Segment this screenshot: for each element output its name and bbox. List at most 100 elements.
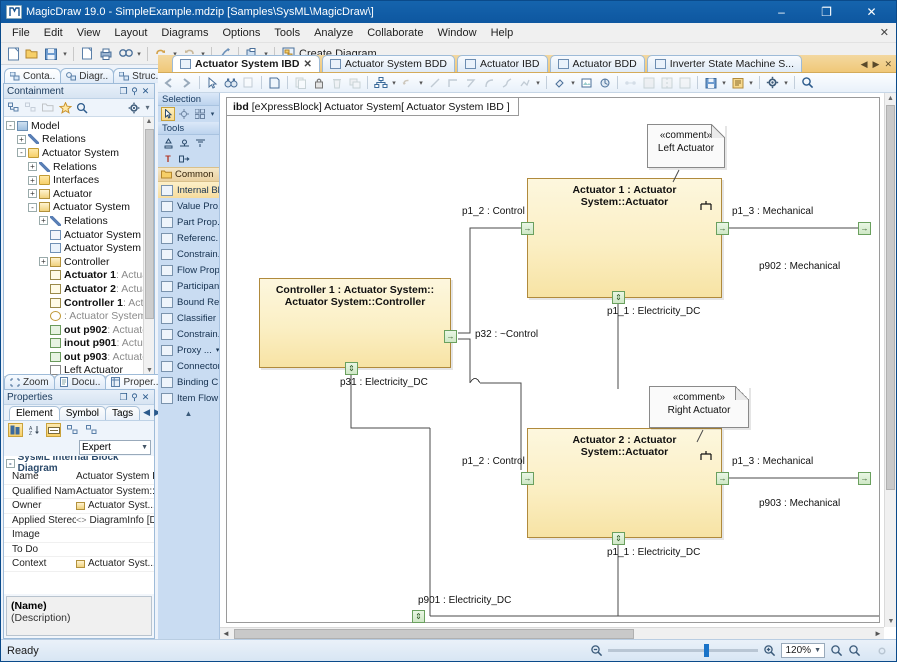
tree-node[interactable]: - Actuator System: [6, 146, 154, 160]
menu-item-options[interactable]: Options: [215, 25, 267, 41]
palette-item-bound-reference[interactable]: Bound Re...: [158, 294, 219, 310]
palette-item-participant-property[interactable]: Participan...: [158, 278, 219, 294]
close-icon[interactable]: ✕: [140, 86, 151, 97]
tab-actuator-bdd[interactable]: Actuator BDD: [549, 55, 645, 72]
restore-icon[interactable]: ❐: [118, 86, 129, 97]
tabs-close-icon[interactable]: ✕: [884, 59, 892, 70]
tree-expander[interactable]: -: [28, 202, 37, 212]
diagram-canvas[interactable]: ibd [eXpressBlock] Actuator System[ Actu…: [220, 93, 884, 627]
gear-dropdown-icon[interactable]: ▾: [782, 74, 790, 92]
zoom-out-icon[interactable]: [590, 644, 603, 657]
tabs-next-icon[interactable]: ▶: [873, 59, 880, 70]
report-icon[interactable]: [729, 74, 746, 91]
menu-item-layout[interactable]: Layout: [107, 25, 154, 41]
property-row[interactable]: Applied Stereo...<>DiagramInfo [Dia: [4, 514, 154, 528]
property-row[interactable]: Owner Actuator Syst...: [4, 499, 154, 514]
canvas-horizontal-scrollbar[interactable]: ◄ ►: [220, 627, 884, 639]
tree-node[interactable]: Actuator 1 : Actuator: [6, 269, 154, 283]
zoom-level-select[interactable]: 120% ▼: [781, 643, 825, 658]
menu-item-analyze[interactable]: Analyze: [307, 25, 360, 41]
tab-properties[interactable]: Proper..: [105, 374, 165, 389]
pointer-icon[interactable]: [161, 107, 175, 121]
tree-node[interactable]: out p902 : Actuator S: [6, 323, 154, 337]
tab-containment[interactable]: Conta..: [4, 68, 62, 83]
sort-alpha-icon[interactable]: AZ: [27, 423, 42, 437]
palette-item-part-property[interactable]: Part Prop...: [158, 214, 219, 230]
property-row[interactable]: Image: [4, 528, 154, 543]
tab-documentation[interactable]: Docu..: [53, 374, 107, 389]
new-project-icon[interactable]: [4, 45, 22, 63]
find-icon[interactable]: [116, 45, 134, 63]
gear-icon[interactable]: [866, 645, 888, 657]
tab-diagrams[interactable]: Diagr..: [60, 68, 115, 83]
tree-node[interactable]: - Actuator System: [6, 201, 154, 215]
save-image-icon[interactable]: [702, 74, 719, 91]
property-row[interactable]: To Do: [4, 543, 154, 557]
tree-node[interactable]: + Relations: [6, 133, 154, 147]
tree-expander[interactable]: +: [28, 189, 37, 199]
palette-collapse-button[interactable]: ▲: [158, 406, 219, 420]
containment-tree[interactable]: - Model + Relations - Actuator System + Relatio…: [4, 117, 154, 376]
restore-icon[interactable]: ❐: [118, 392, 129, 403]
actual-size-icon[interactable]: [848, 644, 861, 657]
property-row[interactable]: Qualified NameActuator System::Act: [4, 485, 154, 499]
collapse-all-icon[interactable]: [84, 423, 99, 437]
line-custom-icon[interactable]: [516, 74, 533, 91]
layout-icon[interactable]: [372, 74, 389, 91]
tab-inverter-state-machine[interactable]: Inverter State Machine S...: [646, 55, 803, 72]
tree-node[interactable]: + Controller: [6, 255, 154, 269]
palette-item-binding-connector[interactable]: Binding C...: [158, 374, 219, 390]
gear-icon[interactable]: [764, 74, 781, 91]
dropdown-icon[interactable]: ▾: [209, 107, 216, 121]
zoom-slider[interactable]: [608, 644, 759, 657]
image-icon[interactable]: [578, 74, 595, 91]
save-dropdown-icon[interactable]: ▾: [61, 45, 69, 63]
line-curved-icon[interactable]: [480, 74, 497, 91]
tree-scroll-thumb[interactable]: [145, 129, 154, 319]
grid-icon[interactable]: [640, 74, 657, 91]
close-document-button[interactable]: ✕: [880, 26, 889, 39]
select-mode-icon[interactable]: [204, 74, 221, 91]
note-anchor-icon[interactable]: [240, 74, 257, 91]
dropdown-icon[interactable]: ▾: [144, 101, 151, 115]
relation-icon[interactable]: [622, 74, 639, 91]
sync-icon[interactable]: [596, 74, 613, 91]
page-break-icon[interactable]: [658, 74, 675, 91]
tree-node[interactable]: - Model: [6, 119, 154, 133]
close-button[interactable]: ✕: [849, 1, 894, 23]
tree-expander[interactable]: +: [17, 134, 26, 144]
menu-item-edit[interactable]: Edit: [37, 25, 70, 41]
tree-node[interactable]: + Interfaces: [6, 173, 154, 187]
fill-dropdown-icon[interactable]: ▾: [569, 74, 577, 92]
line-dropdown-icon[interactable]: ▾: [534, 74, 542, 92]
frame-icon[interactable]: [676, 74, 693, 91]
tab-tags[interactable]: Tags: [105, 405, 141, 420]
tree-node[interactable]: Actuator System BDD: [6, 228, 154, 242]
minimize-button[interactable]: –: [759, 1, 804, 23]
diagram-canvas-area[interactable]: ibd [eXpressBlock] Actuator System[ Actu…: [220, 93, 896, 639]
scroll-left-arrow[interactable]: ◄: [220, 629, 232, 638]
tab-actuator-system-bdd[interactable]: Actuator System BDD: [321, 55, 455, 72]
palette-item-constraint[interactable]: Constrain...: [158, 326, 219, 342]
scroll-down-arrow[interactable]: ▼: [885, 616, 896, 627]
zoom-slider-thumb[interactable]: [704, 644, 710, 657]
property-row[interactable]: Name Actuator System IBD: [4, 470, 154, 485]
group-by-category-icon[interactable]: [8, 423, 23, 437]
layout-icon[interactable]: [177, 136, 191, 150]
menu-item-collaborate[interactable]: Collaborate: [360, 25, 430, 41]
tree-node[interactable]: inout p901 : Actuator: [6, 337, 154, 351]
palette-item-reference-property[interactable]: Referenc...: [158, 230, 219, 246]
marquee-icon[interactable]: [177, 107, 191, 121]
tree-expander[interactable]: -: [17, 148, 26, 158]
tab-close-icon[interactable]: ✕: [303, 59, 311, 70]
stamp-icon[interactable]: [161, 136, 175, 150]
print-icon[interactable]: [97, 45, 115, 63]
tree-expander[interactable]: -: [6, 121, 15, 131]
palette-item-dropdown-icon[interactable]: ▾: [216, 346, 219, 354]
search-icon[interactable]: [75, 101, 89, 115]
undo-style-icon[interactable]: [399, 74, 416, 91]
report-dropdown-icon[interactable]: ▾: [747, 74, 755, 92]
palette-item-connector[interactable]: Connector: [158, 358, 219, 374]
tab-actuator-ibd[interactable]: Actuator IBD: [456, 55, 548, 72]
tree-node[interactable]: out p903 : Actuator S: [6, 350, 154, 364]
